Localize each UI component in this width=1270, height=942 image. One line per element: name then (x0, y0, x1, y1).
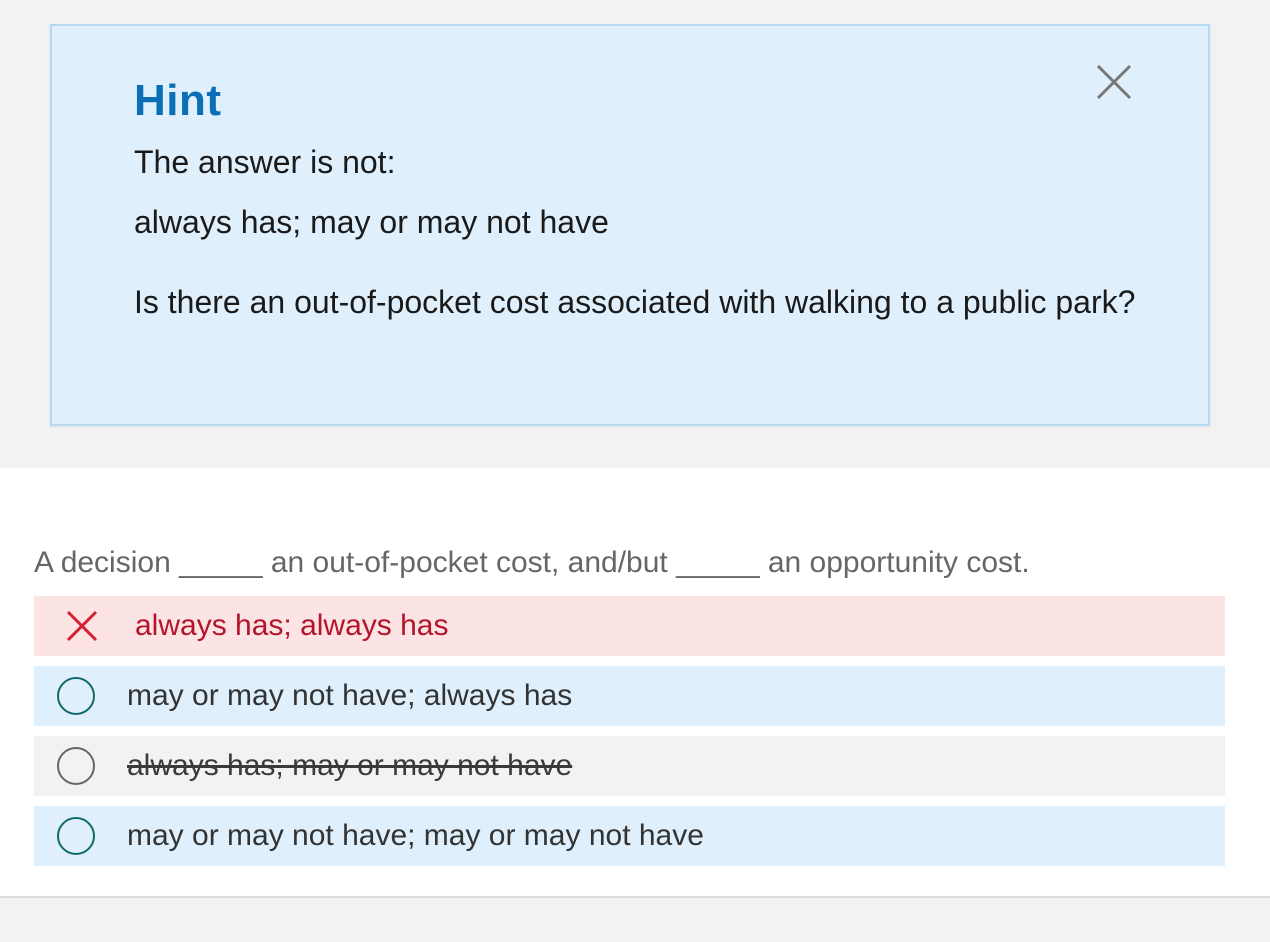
question-panel: A decision _____ an out-of-pocket cost, … (0, 468, 1270, 898)
radio-button[interactable] (57, 677, 95, 715)
answer-option-label: always has; always has (135, 609, 449, 642)
answer-option-4[interactable]: may or may not have; may or may not have (34, 806, 1225, 866)
answer-option-2[interactable]: may or may not have; always has (34, 666, 1225, 726)
question-text: A decision _____ an out-of-pocket cost, … (34, 546, 1030, 579)
radio-button[interactable] (57, 817, 95, 855)
answer-option-label: may or may not have; always has (127, 679, 573, 712)
incorrect-x-icon (66, 610, 98, 642)
answer-option-label: may or may not have; may or may not have (127, 819, 704, 852)
radio-button[interactable] (57, 747, 95, 785)
hint-line-question: Is there an out-of-pocket cost associate… (134, 284, 1136, 320)
answer-option-3[interactable]: always has; may or may not have (34, 736, 1225, 796)
answer-option-1[interactable]: always has; always has (34, 596, 1225, 656)
hint-line-answer-not: The answer is not: (134, 144, 396, 180)
answer-option-label: always has; may or may not have (127, 749, 573, 782)
hint-region: Hint The answer is not: always has; may … (0, 0, 1270, 468)
hint-panel: Hint The answer is not: always has; may … (50, 24, 1210, 426)
hint-line-eliminated-option: always has; may or may not have (134, 204, 609, 240)
hint-title: Hint (134, 76, 222, 125)
close-icon[interactable] (1092, 60, 1136, 104)
